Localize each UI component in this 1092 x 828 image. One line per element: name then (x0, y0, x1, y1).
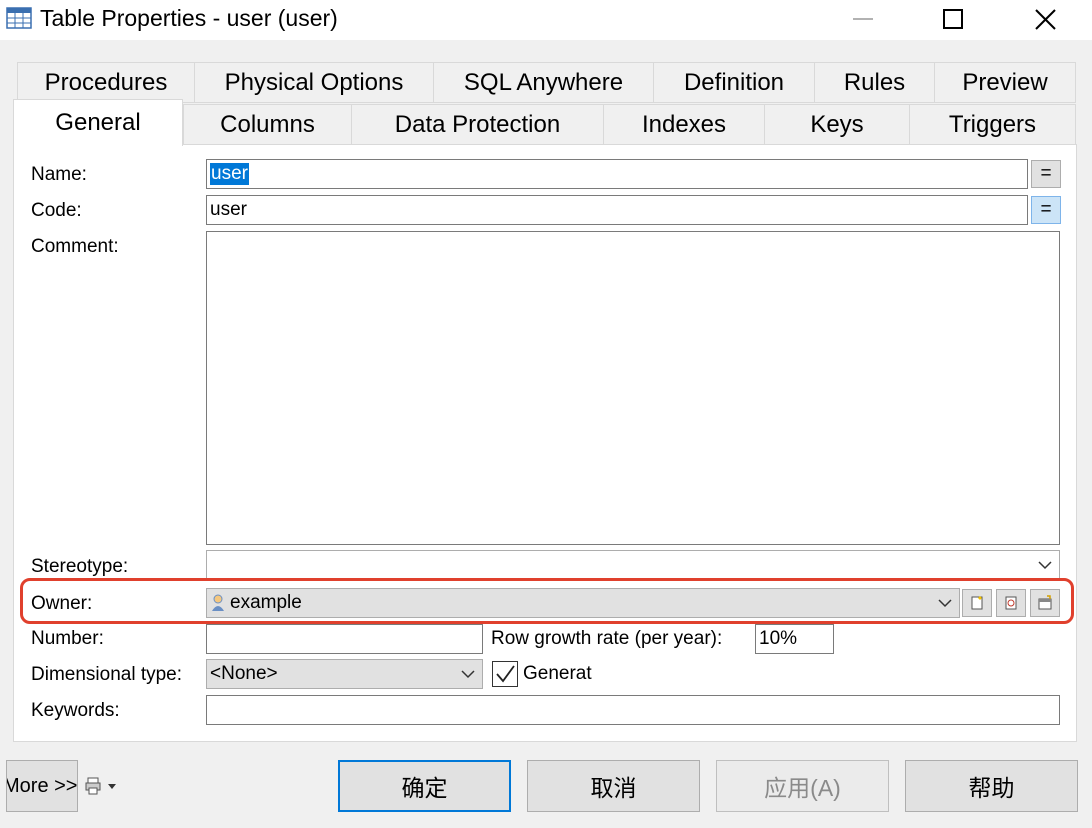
tab-columns[interactable]: Columns (183, 104, 352, 145)
tab-indexes[interactable]: Indexes (603, 104, 765, 145)
printer-icon (85, 777, 101, 795)
number-label: Number: (31, 628, 104, 649)
window-title: Table Properties - user (user) (40, 5, 338, 31)
name-sync-button[interactable]: = (1031, 160, 1061, 188)
more-button[interactable]: More >> (6, 760, 78, 812)
tab-rules[interactable]: Rules (814, 62, 935, 103)
title-bar: Table Properties - user (user) (0, 0, 1092, 40)
code-value: user (210, 199, 247, 220)
table-icon (6, 7, 32, 29)
comment-label: Comment: (31, 236, 119, 257)
stereotype-label: Stereotype: (31, 556, 129, 577)
generate-label: Generat (523, 663, 592, 684)
keywords-label: Keywords: (31, 700, 120, 721)
stereotype-combobox[interactable] (206, 550, 1060, 580)
code-label: Code: (31, 200, 82, 221)
code-field[interactable]: user (206, 195, 1028, 225)
apply-button[interactable]: 应用(A) (716, 760, 889, 812)
chevron-down-icon[interactable] (1037, 560, 1053, 570)
checkmark-icon (496, 665, 515, 683)
tab-definition[interactable]: Definition (653, 62, 815, 103)
tab-preview[interactable]: Preview (934, 62, 1076, 103)
ok-button[interactable]: 确定 (338, 760, 511, 812)
row-growth-label: Row growth rate (per year): (491, 628, 723, 649)
minimize-icon[interactable] (841, 0, 887, 40)
tab-general[interactable]: General (13, 99, 183, 146)
tab-sql-anywhere[interactable]: SQL Anywhere (433, 62, 654, 103)
help-button[interactable]: 帮助 (905, 760, 1078, 812)
dimensional-type-label: Dimensional type: (31, 664, 183, 685)
chevron-down-icon[interactable] (460, 669, 476, 679)
tab-data-protection[interactable]: Data Protection (351, 104, 604, 145)
owner-highlight-annotation (20, 578, 1074, 624)
maximize-icon[interactable] (930, 0, 976, 40)
close-icon[interactable] (1022, 0, 1068, 40)
tab-triggers[interactable]: Triggers (909, 104, 1076, 145)
row-growth-field[interactable]: 10% (755, 624, 834, 654)
number-field[interactable] (206, 624, 483, 654)
tab-keys[interactable]: Keys (764, 104, 910, 145)
tab-physical-options[interactable]: Physical Options (194, 62, 434, 103)
tab-procedures[interactable]: Procedures (17, 62, 195, 103)
row-growth-value: 10% (759, 628, 798, 649)
code-sync-button[interactable]: = (1031, 196, 1061, 224)
print-menu-button[interactable] (85, 777, 119, 797)
name-field[interactable]: user (206, 159, 1028, 189)
dimensional-type-value: <None> (210, 663, 278, 684)
name-value: user (210, 163, 249, 185)
more-button-label: More >> (6, 774, 78, 797)
dropdown-arrow-icon (108, 784, 116, 789)
dimensional-type-combobox[interactable]: <None> (206, 659, 483, 689)
comment-textarea[interactable] (206, 231, 1060, 545)
name-label: Name: (31, 164, 87, 185)
generate-checkbox[interactable] (492, 661, 518, 687)
cancel-button[interactable]: 取消 (527, 760, 700, 812)
keywords-field[interactable] (206, 695, 1060, 725)
